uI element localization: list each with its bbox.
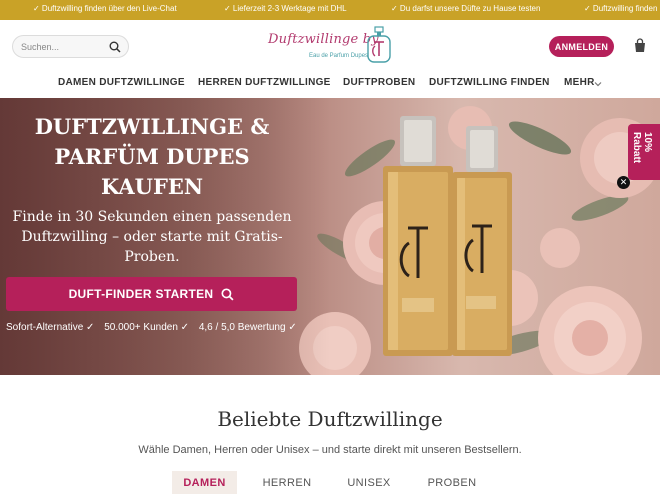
nav-item-mehr[interactable]: MEHR <box>564 77 595 88</box>
hero-title: DUFTZWILLINGE & PARFÜM DUPES KAUFEN <box>0 112 304 202</box>
announcement-item: ✓ Duftzwilling finden über den Live-Chat <box>33 4 177 13</box>
nav-item-herren[interactable]: HERREN DUFTZWILLINGE <box>198 77 331 88</box>
hero-lead-line: Finde in 30 Sekunden einen passenden <box>12 209 292 225</box>
chevron-down-icon[interactable] <box>594 80 602 88</box>
logo-subtitle: Eau de Parfum Dupes <box>309 53 369 59</box>
logo-text: Duftzwillinge by <box>268 32 379 47</box>
nav-item-duftproben[interactable]: DUFTPROBEN <box>343 77 415 88</box>
brand-logo[interactable]: Duftzwillinge by Eau de Parfum Dupes <box>266 26 394 68</box>
search-box[interactable] <box>12 35 129 58</box>
discount-label: 10% Rabatt <box>631 132 653 164</box>
section-subtitle: Wähle Damen, Herren oder Unisex – und st… <box>138 444 522 456</box>
perfume-bottle-icon <box>367 26 391 63</box>
tab-damen[interactable]: DAMEN <box>172 471 237 494</box>
search-input[interactable] <box>21 40 106 54</box>
trust-badge: 4,6 / 5,0 Bewertung ✓ <box>198 322 297 333</box>
login-button[interactable]: ANMELDEN <box>549 36 614 57</box>
hero-lead-line: Proben. <box>124 249 180 265</box>
search-icon <box>221 287 234 301</box>
tab-proben[interactable]: PROBEN <box>416 471 488 494</box>
announcement-item: ✓ Du darfst unsere Düfte zu Hause testen <box>391 4 541 13</box>
tab-herren[interactable]: HERREN <box>252 471 322 494</box>
search-icon[interactable] <box>109 41 121 53</box>
cta-label: DUFT-FINDER STARTEN <box>68 287 214 301</box>
tab-unisex[interactable]: UNISEX <box>336 471 402 494</box>
hero-lead: Finde in 30 Sekunden einen passenden Duf… <box>4 207 300 267</box>
nav-item-duftzwilling-finden[interactable]: DUFTZWILLING FINDEN <box>429 77 550 88</box>
duft-finder-button[interactable]: DUFT-FINDER STARTEN <box>6 277 297 311</box>
close-icon[interactable]: ✕ <box>617 176 630 189</box>
category-tabs: DAMEN HERREN UNISEX PROBEN <box>0 471 660 494</box>
hero-title-line: KAUFEN <box>100 174 204 199</box>
hero-title-line: DUFTZWILLINGE & <box>34 114 270 139</box>
hero-title-line: PARFÜM DUPES <box>54 144 250 169</box>
main-navigation: DAMEN DUFTZWILLINGE HERREN DUFTZWILLINGE… <box>0 75 660 93</box>
cart-icon[interactable] <box>632 38 648 54</box>
trust-badge: 50.000+ Kunden ✓ <box>104 322 190 333</box>
announcement-item: ✓ Lieferzeit 2-3 Werktage mit DHL <box>224 4 347 13</box>
trust-badge: Sofort-Alternative ✓ <box>6 322 95 333</box>
hero-banner: DUFTZWILLINGE & PARFÜM DUPES KAUFEN Find… <box>0 98 660 375</box>
nav-item-damen[interactable]: DAMEN DUFTZWILLINGE <box>58 77 185 88</box>
trust-badges: Sofort-Alternative ✓ 50.000+ Kunden ✓ 4,… <box>6 322 304 333</box>
section-title: Beliebte Duftzwillinge <box>217 407 443 431</box>
hero-lead-line: Duftzwilling – oder starte mit Gratis- <box>21 229 283 245</box>
announcement-item: ✓ Duftzwilling finden <box>584 4 658 13</box>
discount-tab[interactable]: 10% Rabatt <box>628 124 660 180</box>
announcement-bar: ✓ Duftzwilling finden über den Live-Chat… <box>0 0 660 20</box>
